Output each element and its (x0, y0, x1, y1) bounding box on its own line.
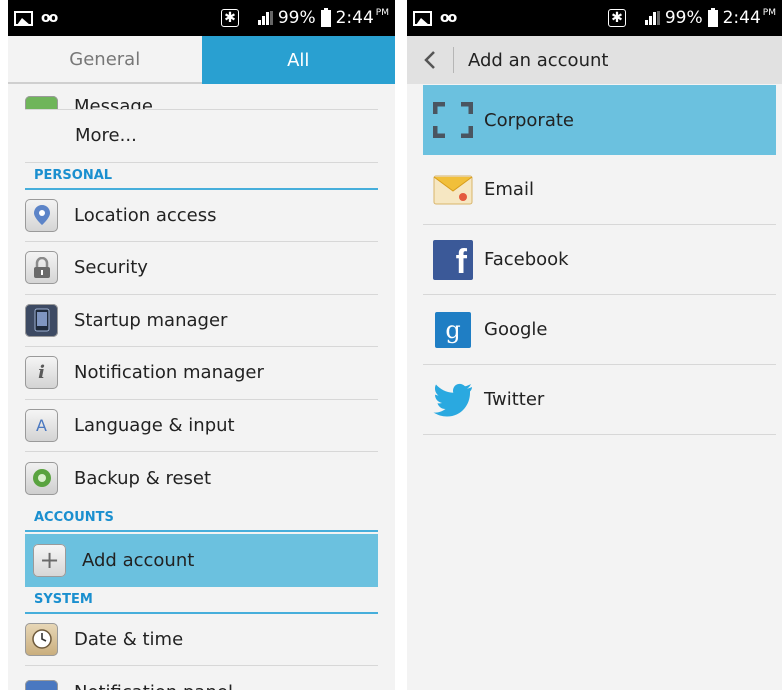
battery-percent: 99% (664, 8, 703, 28)
email-envelope-icon (433, 170, 473, 210)
facebook-icon: f (433, 239, 473, 280)
corporate-brackets-icon (433, 100, 473, 140)
status-bar: oo ✱ 99% 2:44 PM (407, 0, 782, 36)
clock-icon (25, 622, 58, 656)
tab-all[interactable]: All (201, 36, 395, 84)
account-item-label: Corporate (484, 109, 574, 131)
clock-ampm: PM (375, 8, 389, 18)
battery-percent: 99% (277, 8, 316, 28)
account-type-list: Corporate Email f Facebook g Google Twit… (423, 85, 776, 435)
list-item-label: Notification panel (74, 682, 233, 690)
back-button[interactable] (407, 36, 453, 84)
plus-icon: + (33, 543, 66, 577)
location-pin-icon (25, 198, 58, 232)
list-item-label: More... (75, 125, 137, 147)
backup-icon (25, 461, 58, 495)
list-item-location-access[interactable]: Location access (25, 190, 378, 242)
section-header-system: SYSTEM (25, 587, 378, 614)
account-item-corporate[interactable]: Corporate (423, 85, 776, 155)
add-account-screen: oo ✱ 99% 2:44 PM Add an account Corporat… (407, 0, 782, 690)
signal-icon (257, 11, 273, 25)
list-item-label: Message (74, 96, 153, 110)
voicemail-icon: oo (440, 10, 457, 26)
battery-icon (707, 7, 718, 27)
account-item-label: Google (484, 319, 548, 340)
list-item-message[interactable]: Message (25, 84, 378, 110)
list-item-more[interactable]: More... (25, 110, 378, 163)
action-bar: Add an account (407, 36, 782, 84)
account-item-label: Twitter (484, 389, 545, 410)
tab-general[interactable]: General (8, 36, 202, 84)
list-item-label: Language & input (74, 414, 235, 436)
twitter-bird-icon (433, 380, 473, 420)
phone-manager-icon (25, 303, 58, 337)
clock-ampm: PM (762, 8, 776, 18)
bluetooth-icon: ✱ (608, 9, 626, 27)
account-item-google[interactable]: g Google (423, 295, 776, 365)
bluetooth-icon: ✱ (221, 9, 239, 27)
image-icon (413, 10, 432, 26)
notification-panel-icon (25, 680, 58, 690)
list-item-security[interactable]: Security (25, 242, 378, 295)
list-item-label: Notification manager (74, 362, 264, 384)
account-item-label: Facebook (484, 249, 569, 270)
list-item-label: Backup & reset (74, 467, 212, 489)
list-item-startup-manager[interactable]: Startup manager (25, 295, 378, 347)
page-title: Add an account (468, 49, 609, 71)
letter-a-icon: A (25, 408, 58, 442)
account-item-twitter[interactable]: Twitter (423, 365, 776, 435)
signal-icon (644, 11, 660, 25)
list-item-backup-reset[interactable]: Backup & reset (25, 452, 378, 505)
account-item-label: Email (484, 179, 534, 200)
divider (453, 47, 454, 73)
message-icon (25, 96, 58, 109)
list-item-label: Date & time (74, 628, 184, 650)
section-header-accounts: ACCOUNTS (25, 505, 378, 532)
clock-time: 2:44 (722, 8, 761, 28)
battery-icon (320, 7, 331, 27)
settings-screen: oo ✱ 99% 2:44 PM General All Message Mor… (8, 0, 395, 690)
list-item-notification-manager[interactable]: i Notification manager (25, 347, 378, 400)
settings-tabs: General All (8, 36, 395, 84)
padlock-icon (25, 251, 58, 285)
list-item-add-account[interactable]: + Add account (25, 533, 378, 587)
status-bar: oo ✱ 99% 2:44 PM (8, 0, 395, 36)
google-icon: g (435, 311, 471, 348)
list-item-label: Add account (82, 549, 195, 571)
clock-time: 2:44 (335, 8, 374, 28)
account-item-email[interactable]: Email (423, 155, 776, 225)
account-item-facebook[interactable]: f Facebook (423, 225, 776, 295)
chevron-left-icon (424, 51, 435, 69)
list-item-notification-panel[interactable]: Notification panel (25, 666, 378, 690)
section-header-personal: PERSONAL (25, 163, 378, 190)
list-item-date-time[interactable]: Date & time (25, 614, 378, 666)
list-item-language-input[interactable]: A Language & input (25, 400, 378, 452)
info-icon: i (25, 356, 58, 390)
voicemail-icon: oo (41, 10, 58, 26)
image-icon (14, 10, 33, 26)
list-item-label: Security (74, 257, 148, 279)
list-item-label: Startup manager (74, 309, 228, 331)
settings-list: Message More... PERSONAL Location access… (8, 84, 395, 690)
list-item-label: Location access (74, 204, 217, 226)
